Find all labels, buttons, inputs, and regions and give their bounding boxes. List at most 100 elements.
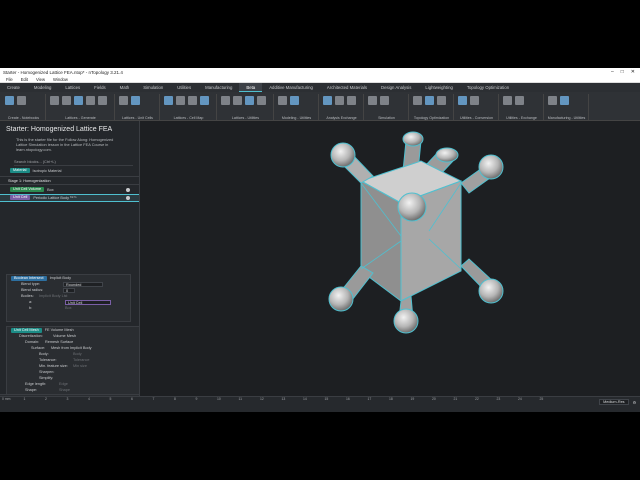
tool-icon[interactable] xyxy=(335,96,344,105)
tab-utilities[interactable]: Utilities xyxy=(170,83,198,92)
unit-cell-volume-block[interactable]: Unit Cell Volume Box xyxy=(0,187,139,193)
tab-modeling[interactable]: Modeling xyxy=(27,83,58,92)
tool-icon[interactable] xyxy=(380,96,389,105)
ribbon-group-label: Lattices - Unit Cells xyxy=(122,116,153,120)
ribbon-group-simulation: Simulation xyxy=(365,94,409,120)
app-window: Starter - Homogenized Lattice FEA.ntop* … xyxy=(0,68,640,412)
tab-architected-materials[interactable]: Architected Materials xyxy=(320,83,374,92)
ruler-tick-label: 2 xyxy=(45,397,47,401)
tool-icon[interactable] xyxy=(245,96,254,105)
tool-icon[interactable] xyxy=(503,96,512,105)
visibility-icon[interactable] xyxy=(126,195,130,200)
ribbon-group-lattices-unit-cells: Lattices - Unit Cells xyxy=(116,94,160,120)
3d-viewport[interactable] xyxy=(141,121,640,396)
tab-simulation[interactable]: Simulation xyxy=(136,83,170,92)
tab-lightweighting[interactable]: Lightweighting xyxy=(418,83,459,92)
body-b-input[interactable]: Box xyxy=(65,306,72,310)
close-button[interactable]: ✕ xyxy=(631,69,635,75)
notebook-panel: Starter: Homogenized Lattice FEA This is… xyxy=(0,121,140,402)
menu-edit[interactable]: Edit xyxy=(21,77,28,82)
ruler-tick-label: 20 xyxy=(432,397,436,401)
tool-icon[interactable] xyxy=(5,96,14,105)
min-feature-input[interactable]: Min size xyxy=(73,364,87,368)
ribbon-group-modeling-utilities: Modeling - Utilities xyxy=(275,94,319,120)
boolean-value: Implicit Body xyxy=(49,276,72,280)
tool-icon[interactable] xyxy=(413,96,422,105)
tool-icon[interactable] xyxy=(131,96,140,105)
notebook-description: This is the starter file for the Follow … xyxy=(16,137,114,153)
edge-length-input[interactable]: Edge xyxy=(59,382,68,386)
blend-type-select[interactable]: Rounded xyxy=(63,281,103,287)
tool-icon[interactable] xyxy=(437,96,446,105)
tool-icon[interactable] xyxy=(119,96,128,105)
ribbon-group-utilities-conversion: Utilities - Conversion xyxy=(455,94,499,120)
tool-icon[interactable] xyxy=(200,96,209,105)
ruler-tick-label: 14 xyxy=(303,397,307,401)
visibility-icon[interactable] xyxy=(126,187,130,192)
blend-radius-input[interactable]: 0 xyxy=(63,287,75,293)
tool-icon[interactable] xyxy=(62,96,71,105)
tab-design-analysis[interactable]: Design Analysis xyxy=(374,83,418,92)
tab-manufacturing[interactable]: Manufacturing xyxy=(198,83,239,92)
tool-icon[interactable] xyxy=(515,96,524,105)
tool-icon[interactable] xyxy=(188,96,197,105)
tool-icon[interactable] xyxy=(470,96,479,105)
tool-icon[interactable] xyxy=(368,96,377,105)
ruler-tick-label: 21 xyxy=(453,397,458,401)
ruler-tick-label: 23 xyxy=(496,397,501,401)
mesh-value: FE Volume Mesh xyxy=(44,328,74,332)
tab-create[interactable]: Create xyxy=(0,83,27,92)
ruler-tick-label: 10 xyxy=(217,397,221,401)
menu-file[interactable]: File xyxy=(6,77,13,82)
search-blocks-input[interactable]: Search blocks... (Ctrl+L) xyxy=(14,159,133,166)
tab-lattices[interactable]: Lattices xyxy=(58,83,87,92)
lattice-unit-cell-model[interactable] xyxy=(141,121,640,396)
tool-icon[interactable] xyxy=(425,96,434,105)
ruler-tick-label: 9 xyxy=(195,397,198,401)
body-a-input[interactable]: Unit Cell xyxy=(65,299,111,305)
tool-icon[interactable] xyxy=(290,96,299,105)
tolerance-input[interactable]: Tolerance xyxy=(73,358,89,362)
tool-icon[interactable] xyxy=(176,96,185,105)
settings-icon[interactable]: ⚙ xyxy=(633,400,636,405)
boolean-intersect-block[interactable]: Boolean Intersect Implicit Body Blend ty… xyxy=(6,274,131,322)
unit-cell-mesh-block[interactable]: Unit Cell Mesh FE Volume Mesh Discretiza… xyxy=(6,326,139,402)
tool-icon[interactable] xyxy=(458,96,467,105)
tool-icon[interactable] xyxy=(17,96,26,105)
stage-header[interactable]: Stage 1: Homogenization xyxy=(0,175,139,185)
ribbon-group-label: Modeling - Utilities xyxy=(281,116,312,120)
menu-window[interactable]: Window xyxy=(53,77,68,82)
menu-view[interactable]: View xyxy=(36,77,45,82)
tool-icon[interactable] xyxy=(74,96,83,105)
shape-input[interactable]: Shape xyxy=(59,388,70,392)
tool-icon[interactable] xyxy=(347,96,356,105)
tool-icon[interactable] xyxy=(221,96,230,105)
ruler-tick-label: 25 xyxy=(539,397,544,401)
ribbon-group-lattices-generate: Lattices - Generate xyxy=(47,94,115,120)
maximize-button[interactable]: □ xyxy=(621,69,624,75)
unit-cell-block[interactable]: Unit Cell Periodic Lattice Body BETA xyxy=(0,193,139,202)
tool-icon[interactable] xyxy=(257,96,266,105)
material-block[interactable]: Material Isotropic Material xyxy=(0,168,139,174)
tool-icon[interactable] xyxy=(560,96,569,105)
tool-icon[interactable] xyxy=(164,96,173,105)
tool-icon[interactable] xyxy=(98,96,107,105)
tab-math[interactable]: Math xyxy=(113,83,137,92)
body-input[interactable]: Body xyxy=(73,352,82,356)
tab-beta[interactable]: Beta xyxy=(239,83,263,92)
tool-icon[interactable] xyxy=(278,96,287,105)
notebook-title: Starter: Homogenized Lattice FEA xyxy=(6,126,113,133)
tool-icon[interactable] xyxy=(86,96,95,105)
minimize-button[interactable]: – xyxy=(611,69,614,75)
tool-icon[interactable] xyxy=(233,96,242,105)
tool-icon[interactable] xyxy=(323,96,332,105)
simplify-toggle[interactable]: Simplify: xyxy=(39,376,53,380)
sharpen-toggle[interactable]: Sharpen: xyxy=(39,370,54,374)
tab-additive-manufacturing[interactable]: Additive Manufacturing xyxy=(262,83,320,92)
tool-icon[interactable] xyxy=(50,96,59,105)
render-quality-select[interactable]: Medium-Res xyxy=(599,399,629,405)
discretization-value: Volume Mesh xyxy=(53,334,77,338)
tab-fields[interactable]: Fields xyxy=(87,83,112,92)
tab-topology-optimization[interactable]: Topology Optimization xyxy=(460,83,516,92)
tool-icon[interactable] xyxy=(548,96,557,105)
